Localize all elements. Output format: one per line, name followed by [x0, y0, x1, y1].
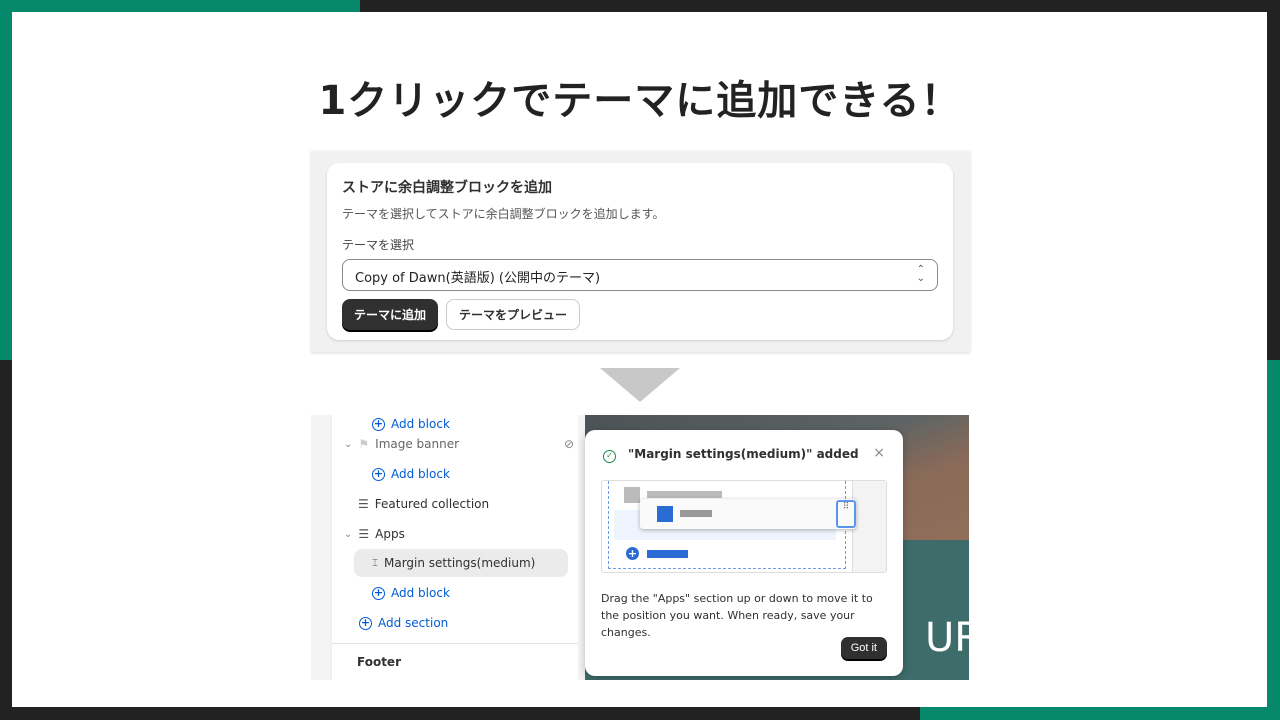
placeholder-bar	[647, 491, 722, 498]
label: Apps	[375, 527, 405, 541]
select-label: テーマを選択	[342, 238, 415, 252]
install-panel: ストアに余白調整ブロックを追加 テーマを選択してストアに余白調整ブロックを追加し…	[311, 151, 970, 352]
added-popover: ✓ "Margin settings(medium)" added × ⠿ + …	[585, 430, 903, 676]
popover-body: Drag the "Apps" section up or down to mo…	[601, 592, 873, 639]
sidebar-item-apps[interactable]: ⌄ ☰ Apps	[344, 527, 405, 541]
placeholder-bar	[647, 550, 688, 558]
sidebar-item-footer[interactable]: Footer	[357, 655, 401, 669]
add-block-link[interactable]: + Add block	[372, 417, 450, 431]
theme-select[interactable]: Copy of Dawn(英語版) (公開中のテーマ) ⌃ ⌄	[342, 259, 938, 291]
divider	[332, 643, 578, 644]
install-card: ストアに余白調整ブロックを追加 テーマを選択してストアに余白調整ブロックを追加し…	[327, 163, 953, 340]
sidebar-item-margin-settings[interactable]: ⌶ Margin settings(medium)	[354, 549, 568, 577]
add-block-link[interactable]: + Add block	[372, 467, 450, 481]
got-it-button[interactable]: Got it	[840, 637, 887, 659]
image-icon: ⚑	[358, 437, 370, 451]
plus-circle-icon: +	[359, 615, 372, 630]
drag-handle-icon: ⠿	[836, 500, 856, 528]
theme-select-value: Copy of Dawn(英語版) (公開中のテーマ)	[355, 271, 601, 286]
block-icon-placeholder	[657, 506, 673, 522]
theme-editor-screenshot: + Add block ⌄ ⚑ Image banner ⊘ + Add block ☰ F…	[311, 415, 969, 680]
drag-illustration: ⠿ +	[601, 480, 887, 573]
headline: 1クリックでテーマに追加できる！	[318, 78, 962, 124]
close-icon[interactable]: ×	[873, 445, 885, 461]
preview-heading: UR	[925, 615, 969, 661]
plus-circle-icon: +	[372, 416, 385, 431]
eye-off-icon[interactable]: ⊘	[564, 437, 574, 451]
placeholder-box	[624, 487, 640, 503]
sidebar: + Add block ⌄ ⚑ Image banner ⊘ + Add block ☰ F…	[331, 415, 578, 680]
accent-bar	[920, 707, 1280, 720]
sidebar-item-featured-collection[interactable]: ☰ Featured collection	[358, 497, 489, 511]
chevron-down-icon: ⌄	[344, 528, 353, 540]
label: Featured collection	[374, 497, 490, 511]
label: Image banner	[375, 437, 460, 451]
chevron-updown-icon: ⌃ ⌄	[916, 264, 925, 284]
illustration-sidebar	[852, 481, 886, 572]
plus-circle-icon: +	[372, 466, 385, 481]
preview-theme-button[interactable]: テーマをプレビュー	[446, 299, 581, 330]
plus-circle-icon: +	[626, 547, 639, 560]
popover-title: "Margin settings(medium)" added	[628, 447, 859, 461]
label: Add block	[391, 586, 450, 600]
accent-bar	[0, 0, 360, 12]
label: Add block	[391, 467, 450, 481]
add-block-link[interactable]: + Add block	[372, 586, 450, 600]
add-section-link[interactable]: + Add section	[359, 616, 448, 630]
plus-circle-icon: +	[372, 585, 385, 600]
placeholder-bar	[680, 510, 712, 517]
label: Margin settings(medium)	[384, 556, 536, 570]
section-icon: ☰	[358, 527, 370, 541]
accent-bar	[0, 0, 12, 360]
sidebar-item-image-banner[interactable]: ⌄ ⚑ Image banner ⊘	[344, 437, 574, 451]
section-icon: ☰	[358, 497, 369, 511]
label: Add section	[378, 616, 449, 630]
chevron-down-icon: ⌄	[344, 438, 353, 450]
down-arrow-icon	[600, 368, 680, 402]
check-circle-icon: ✓	[603, 450, 616, 463]
card-description: テーマを選択してストアに余白調整ブロックを追加します。	[342, 207, 665, 221]
accent-bar	[1267, 360, 1280, 720]
label: Add block	[391, 417, 450, 431]
add-to-theme-button[interactable]: テーマに追加	[342, 299, 439, 330]
margin-icon: ⌶	[372, 557, 378, 569]
card-title: ストアに余白調整ブロックを追加	[342, 180, 552, 196]
dragged-block: ⠿	[640, 499, 856, 529]
